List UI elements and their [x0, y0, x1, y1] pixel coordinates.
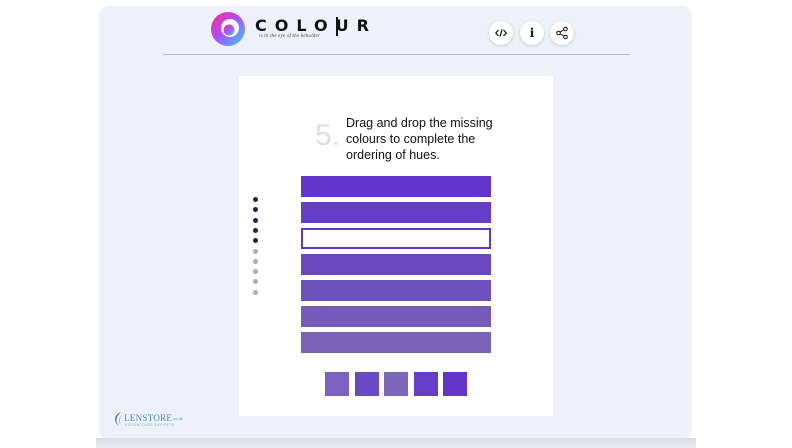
share-icon	[556, 26, 568, 40]
colour-swatch[interactable]	[384, 372, 408, 396]
colour-swatch[interactable]	[325, 372, 349, 396]
hue-bar	[301, 332, 491, 353]
lenstore-logo-icon	[115, 412, 123, 426]
question-text: Drag and drop the missing colours to com…	[346, 116, 493, 162]
progress-dot	[253, 248, 258, 254]
lenstore-brand: LENSTORE	[124, 413, 173, 423]
hue-bar	[301, 202, 491, 223]
frame-bottom-edge	[96, 438, 696, 448]
hue-bar	[301, 176, 491, 197]
app-tagline: is in the eye of the beholder	[259, 34, 321, 39]
empty-drop-slot[interactable]	[301, 228, 491, 249]
share-button[interactable]	[550, 21, 574, 45]
lenstore-subline: VISION CARE EXPERTS	[125, 423, 175, 427]
embed-code-button[interactable]	[489, 21, 513, 45]
info-icon: i	[529, 26, 535, 40]
header-divider	[163, 54, 630, 55]
question-number: 5.	[315, 119, 341, 152]
colour-swatch[interactable]	[354, 372, 379, 396]
progress-dot	[253, 217, 258, 223]
colour-logo-icon	[211, 12, 245, 46]
app-title: COLOUR	[255, 16, 377, 35]
progress-dot	[253, 289, 258, 295]
colour-swatch[interactable]	[443, 372, 467, 396]
hue-bar	[301, 280, 491, 301]
progress-dot	[253, 227, 258, 233]
progress-dot	[253, 197, 258, 202]
hue-bar	[301, 306, 491, 327]
info-button[interactable]: i	[520, 21, 544, 45]
colour-swatch[interactable]	[413, 372, 438, 396]
hue-bar	[301, 254, 491, 275]
progress-dot	[253, 258, 258, 264]
code-icon	[495, 29, 507, 37]
title-bar-accent	[336, 17, 338, 36]
lenstore-tld: .co.uk	[172, 416, 183, 421]
